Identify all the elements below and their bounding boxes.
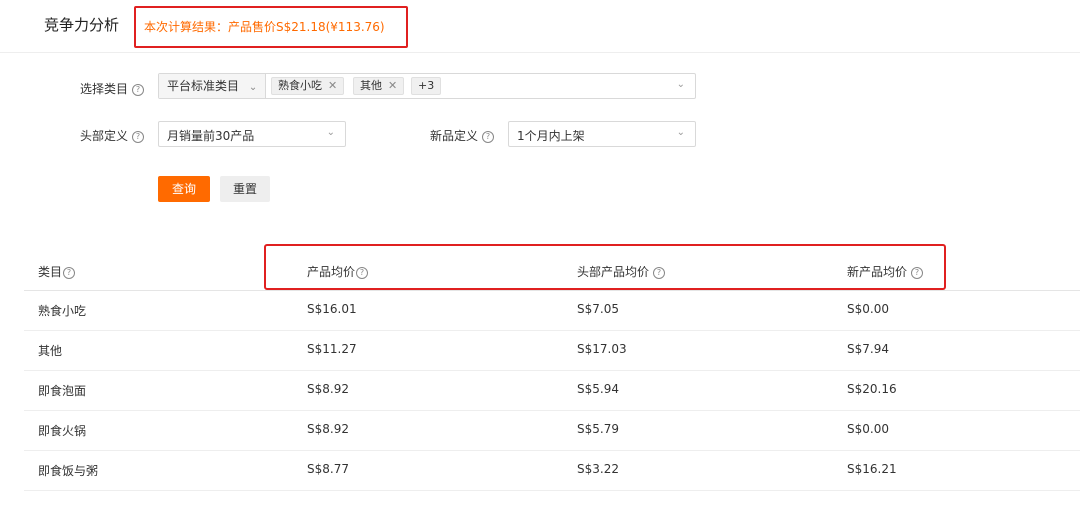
page-header: 竞争力分析 本次计算结果：产品售价S$21.18(¥113.76) bbox=[0, 0, 1080, 53]
column-header-category: 类目? bbox=[38, 263, 76, 280]
table-row: 其他 S$11.27 S$17.03 S$7.94 bbox=[24, 330, 1080, 371]
cell-avg-price: S$8.92 bbox=[307, 422, 349, 436]
category-label-text: 选择类目 bbox=[80, 82, 129, 96]
cell-head-avg-price: S$17.03 bbox=[577, 342, 627, 356]
cell-category: 即食火锅 bbox=[38, 424, 87, 438]
cell-head-avg-price: S$3.22 bbox=[577, 462, 619, 476]
new-definition-value: 1个月内上架 bbox=[517, 129, 585, 143]
category-tag-label: 其他 bbox=[360, 79, 382, 92]
cell-new-avg-price: S$0.00 bbox=[847, 422, 889, 436]
category-source-select[interactable]: 平台标准类目 ⌄ bbox=[159, 74, 267, 98]
head-definition-value: 月销量前30产品 bbox=[167, 129, 255, 143]
cell-avg-price: S$8.77 bbox=[307, 462, 349, 476]
cell-new-avg-price: S$16.21 bbox=[847, 462, 897, 476]
category-multi-select[interactable]: 平台标准类目 ⌄ 熟食小吃 ✕ 其他 ✕ +3 ⌄ bbox=[158, 73, 696, 99]
cell-new-avg-price: S$7.94 bbox=[847, 342, 889, 356]
category-tag: 熟食小吃 ✕ bbox=[271, 77, 345, 95]
table-row: 即食火锅 S$8.92 S$5.79 S$0.00 bbox=[24, 410, 1080, 451]
reset-button[interactable]: 重置 bbox=[220, 176, 270, 202]
calculation-result: 本次计算结果：产品售价S$21.18(¥113.76) bbox=[144, 20, 385, 34]
cell-category: 即食饭与粥 bbox=[38, 464, 99, 478]
question-circle-icon[interactable]: ? bbox=[63, 266, 76, 279]
cell-avg-price: S$16.01 bbox=[307, 302, 357, 316]
cell-head-avg-price: S$5.79 bbox=[577, 422, 619, 436]
category-tag-label: 熟食小吃 bbox=[278, 79, 322, 92]
question-circle-icon[interactable]: ? bbox=[482, 130, 495, 143]
query-button[interactable]: 查询 bbox=[158, 176, 210, 202]
cell-avg-price: S$8.92 bbox=[307, 382, 349, 396]
table-row: 熟食小吃 S$16.01 S$7.05 S$0.00 bbox=[24, 290, 1080, 331]
cell-head-avg-price: S$7.05 bbox=[577, 302, 619, 316]
head-definition-label: 头部定义? bbox=[80, 127, 145, 144]
category-more-label: +3 bbox=[418, 79, 435, 92]
category-source-text: 平台标准类目 bbox=[167, 79, 240, 93]
cell-category: 熟食小吃 bbox=[38, 304, 87, 318]
table-row: 即食泡面 S$8.92 S$5.94 S$20.16 bbox=[24, 370, 1080, 411]
chevron-down-icon: ⌄ bbox=[248, 82, 258, 93]
table-row: 即食饭与粥 S$8.77 S$3.22 S$16.21 bbox=[24, 450, 1080, 491]
result-highlight-box: 本次计算结果：产品售价S$21.18(¥113.76) bbox=[134, 6, 408, 48]
question-circle-icon[interactable]: ? bbox=[132, 130, 145, 143]
chevron-down-icon[interactable]: ⌄ bbox=[677, 79, 685, 90]
page-title: 竞争力分析 bbox=[44, 16, 120, 34]
close-icon[interactable]: ✕ bbox=[388, 79, 397, 92]
category-tag: 其他 ✕ bbox=[353, 77, 405, 95]
head-definition-label-text: 头部定义 bbox=[80, 129, 129, 143]
cell-head-avg-price: S$5.94 bbox=[577, 382, 619, 396]
category-label: 选择类目? bbox=[80, 80, 145, 97]
new-definition-label: 新品定义? bbox=[430, 127, 495, 144]
cell-new-avg-price: S$0.00 bbox=[847, 302, 889, 316]
head-definition-select[interactable]: 月销量前30产品 ⌄ bbox=[158, 121, 346, 147]
cell-avg-price: S$11.27 bbox=[307, 342, 357, 356]
cell-category: 即食泡面 bbox=[38, 384, 87, 398]
cell-new-avg-price: S$20.16 bbox=[847, 382, 897, 396]
question-circle-icon[interactable]: ? bbox=[132, 83, 145, 96]
new-definition-label-text: 新品定义 bbox=[430, 129, 479, 143]
column-header-text: 类目 bbox=[38, 265, 63, 279]
chevron-down-icon: ⌄ bbox=[326, 127, 335, 138]
price-columns-highlight-box bbox=[264, 244, 946, 290]
category-more-tag[interactable]: +3 bbox=[411, 77, 442, 95]
cell-category: 其他 bbox=[38, 344, 63, 358]
new-definition-select[interactable]: 1个月内上架 ⌄ bbox=[508, 121, 696, 147]
chevron-down-icon: ⌄ bbox=[676, 127, 685, 138]
close-icon[interactable]: ✕ bbox=[328, 79, 337, 92]
